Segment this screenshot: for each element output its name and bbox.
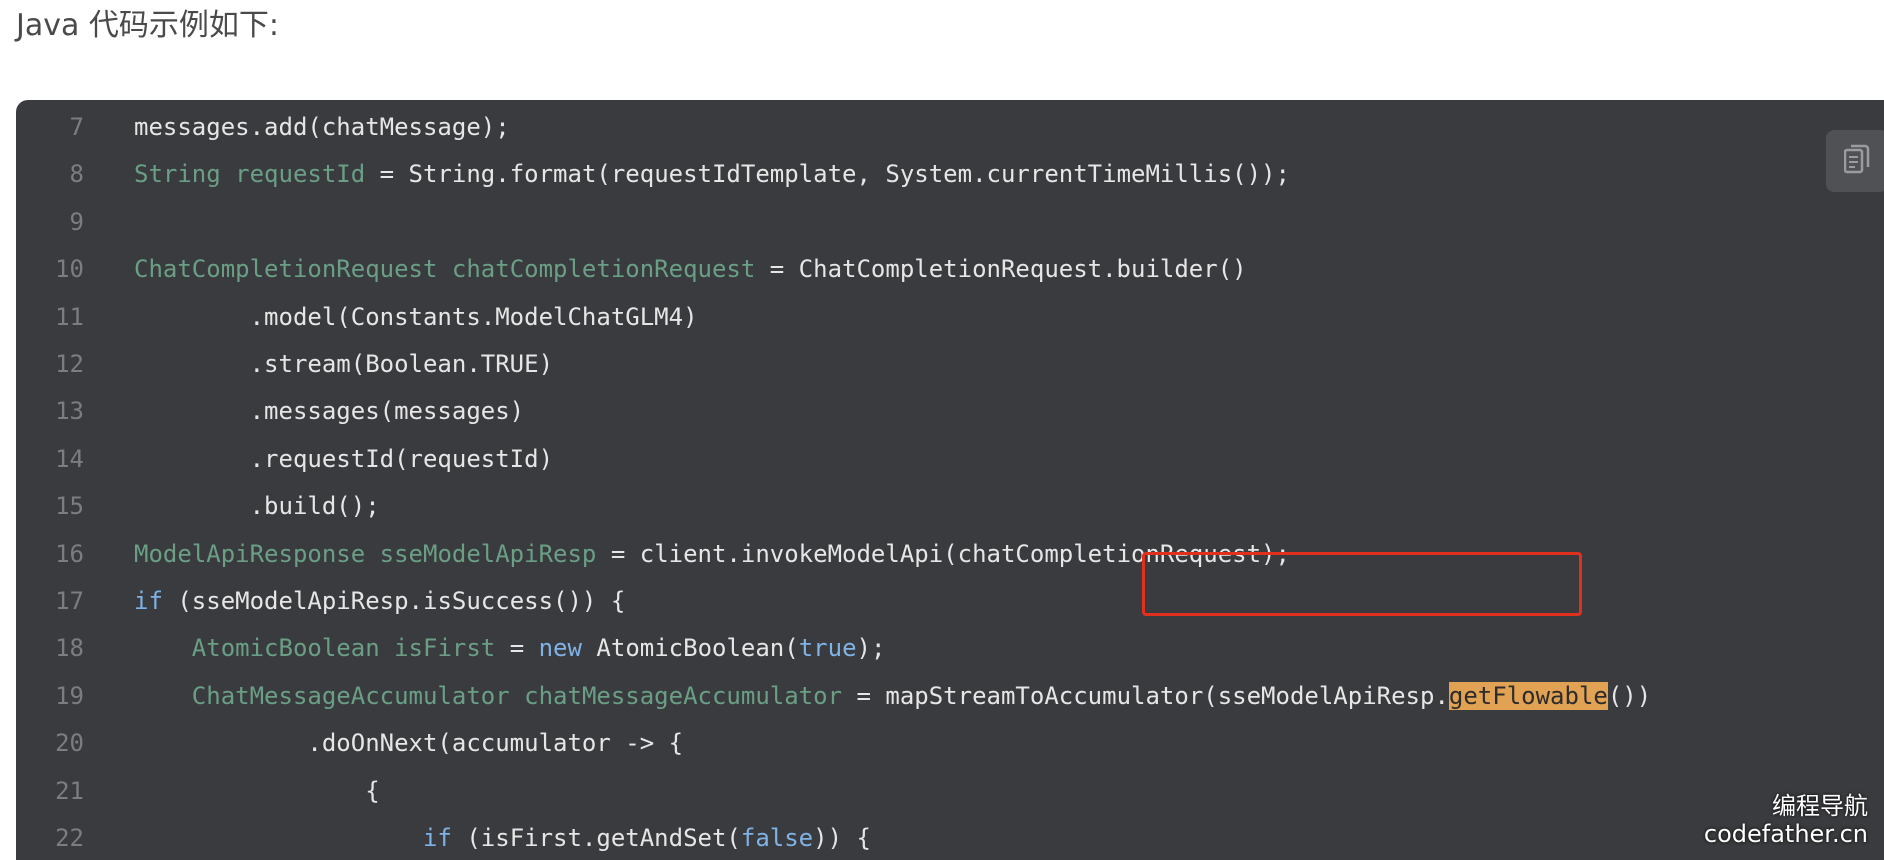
code-token: .model(Constants.ModelChatGLM4) (134, 302, 698, 331)
watermark: 编程导航 codefather.cn (1704, 792, 1868, 848)
section-heading: Java 代码示例如下: (16, 8, 280, 43)
code-token: ModelApiResponse (134, 539, 366, 568)
code-token: (sseModelApiResp.isSuccess()) { (162, 587, 626, 615)
line-number: 9 (69, 207, 84, 236)
code-token: if (422, 824, 452, 852)
line-number: 21 (55, 776, 84, 805)
code-token: ()) (1607, 681, 1652, 710)
code-line: 20 .doOnNext(accumulator -> { (16, 720, 1884, 767)
code-text: ChatMessageAccumulator chatMessageAccumu… (134, 673, 1651, 720)
code-text: .messages(messages) (134, 388, 525, 435)
code-text: { (134, 768, 380, 815)
code-token: .requestId(requestId) (134, 444, 554, 473)
line-number: 22 (55, 824, 84, 852)
code-text: if (sseModelApiResp.isSuccess()) { (134, 578, 625, 625)
code-line: 12 .stream(Boolean.TRUE) (16, 341, 1884, 388)
code-line: 8 String requestId = String.format(reques… (16, 151, 1884, 198)
code-line: 14 .requestId(requestId) (16, 436, 1884, 483)
code-token: sseModelApiResp (379, 539, 597, 568)
code-text: ModelApiResponse sseModelApiResp = clien… (134, 531, 1290, 578)
code-text: .requestId(requestId) (134, 436, 553, 483)
code-token: AtomicBoolean( (581, 634, 799, 663)
code-token: chatCompletionRequest (451, 255, 756, 284)
code-token: = String.format(requestIdTemplate, Syste… (365, 160, 1290, 189)
code-line: 13 .messages(messages) (16, 388, 1884, 435)
code-text: ChatCompletionRequest chatCompletionRequ… (134, 246, 1247, 293)
code-line: 18 AtomicBoolean isFirst = new AtomicBoo… (16, 625, 1884, 672)
code-token: chatMessageAccumulator (524, 681, 843, 710)
copy-button[interactable] (1826, 130, 1884, 192)
watermark-line-2: codefather.cn (1703, 820, 1868, 848)
code-token: requestId (235, 160, 366, 189)
line-number: 20 (55, 729, 84, 758)
highlight-annotation-box (1142, 552, 1582, 616)
code-line: 9 (16, 199, 1884, 246)
code-line: 21 { (16, 768, 1884, 815)
code-token: isFirst (394, 634, 496, 663)
code-text: .doOnNext(accumulator -> { (134, 720, 683, 767)
code-block: 7 messages.add(chatMessage); 8 String reque… (16, 100, 1884, 860)
copy-icon (1843, 144, 1870, 178)
code-token: false (740, 824, 814, 852)
code-text: if (isFirst.getAndSet(false)) { (134, 815, 871, 860)
line-number: 18 (55, 634, 84, 663)
line-number: 17 (55, 587, 84, 615)
code-text: .model(Constants.ModelChatGLM4) (134, 294, 698, 341)
code-token: { (134, 776, 380, 805)
code-token: .build(); (134, 492, 380, 521)
code-token: .stream(Boolean.TRUE) (134, 350, 554, 378)
code-token: = mapStreamToAccumulator(sseModelApiResp… (842, 681, 1449, 710)
code-line: 11 .model(Constants.ModelChatGLM4) (16, 294, 1884, 341)
code-token: )) { (813, 824, 871, 852)
code-text: AtomicBoolean isFirst = new AtomicBoolea… (134, 625, 886, 672)
code-token: true (798, 634, 857, 663)
watermark-line-1: 编程导航 (1772, 792, 1868, 820)
code-token: = ChatCompletionRequest.builder() (755, 255, 1247, 284)
code-line: 7 messages.add(chatMessage); (16, 104, 1884, 151)
code-line: 22 if (isFirst.getAndSet(false)) { (16, 815, 1884, 860)
code-token: new (538, 634, 582, 663)
line-number: 8 (69, 160, 84, 189)
code-token: (isFirst.getAndSet( (451, 824, 741, 852)
code-line: 10 ChatCompletionRequest chatCompletionRe… (16, 246, 1884, 293)
line-number: 11 (55, 302, 84, 331)
code-text: .stream(Boolean.TRUE) (134, 341, 553, 388)
highlighted-token: getFlowable (1448, 681, 1608, 710)
line-number: 10 (55, 255, 84, 284)
code-token: ChatCompletionRequest (134, 255, 438, 284)
line-number: 16 (55, 539, 84, 568)
code-token: .doOnNext(accumulator -> { (134, 729, 684, 758)
code-line: 19 ChatMessageAccumulator chatMessageAcc… (16, 673, 1884, 720)
line-number: 14 (55, 444, 84, 473)
code-line: 17 if (sseModelApiResp.isSuccess()) { (16, 578, 1884, 625)
line-number: 19 (55, 681, 84, 710)
line-number: 15 (55, 492, 84, 521)
code-text: .build(); (134, 483, 380, 530)
code-line: 15 .build(); (16, 483, 1884, 530)
code-token: messages.add(chatMessage); (134, 113, 510, 141)
code-token: if (134, 587, 163, 615)
line-number: 7 (69, 113, 84, 141)
line-number: 13 (55, 397, 84, 426)
code-token: AtomicBoolean (191, 634, 380, 663)
code-text: messages.add(chatMessage); (134, 104, 510, 151)
code-text: String requestId = String.format(request… (134, 151, 1290, 198)
code-token: String (134, 160, 221, 189)
line-number: 12 (55, 350, 84, 378)
code-token: = (495, 634, 539, 663)
code-token: ); (856, 634, 886, 663)
code-line: 16 ModelApiResponse sseModelApiResp = cli… (16, 531, 1884, 578)
code-token: .messages(messages) (134, 397, 525, 426)
code-token: ChatMessageAccumulator (191, 681, 510, 710)
